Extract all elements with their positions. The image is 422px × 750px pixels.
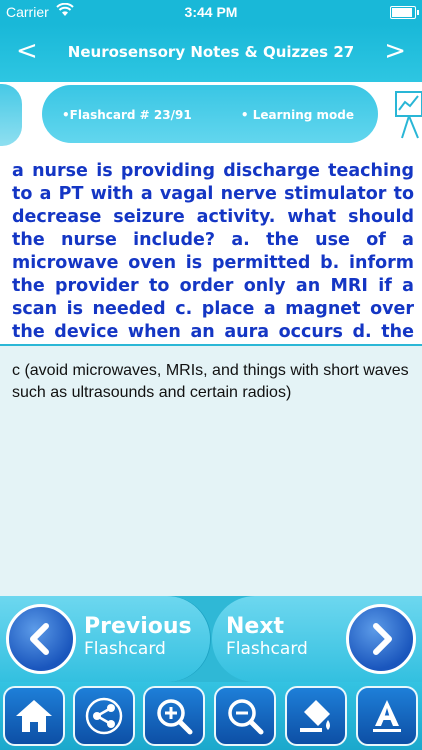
bottom-toolbar [0,682,422,750]
battery-icon [390,6,419,19]
flashcard-navigation: Previous Flashcard Next Flashcard [0,596,422,682]
forward-chevron-button[interactable]: > [384,38,406,64]
zoom-in-button[interactable] [143,686,205,746]
font-button[interactable] [356,686,418,746]
status-bar: Carrier 3:44 PM [0,0,422,24]
flashcard-counter: •Flashcard # 23/91 [62,108,192,122]
next-flashcard-button[interactable]: Next Flashcard [212,596,422,682]
flashcard-info-strip: •Flashcard # 23/91 • Learning mode [0,82,422,148]
decoration-left [0,84,22,146]
home-icon [16,700,52,732]
share-icon [85,697,123,735]
presentation-board-icon [392,86,422,144]
previous-flashcard-button[interactable]: Previous Flashcard [0,596,210,682]
question-panel[interactable]: a nurse is providing discharge teaching … [0,148,422,346]
zoom-out-button[interactable] [214,686,276,746]
clock: 3:44 PM [184,4,238,20]
next-label-sub: Flashcard [226,639,308,659]
mode-label: • Learning mode [240,108,354,122]
page-title: Neurosensory Notes & Quizzes 27 [67,43,355,61]
zoom-in-icon [157,699,193,735]
font-icon [373,700,401,732]
color-theme-button[interactable] [285,686,347,746]
question-text: a nurse is providing discharge teaching … [12,161,414,342]
navigation-bar: < Neurosensory Notes & Quizzes 27 > [0,24,422,82]
answer-text: c (avoid microwaves, MRIs, and things wi… [12,362,409,401]
back-chevron-button[interactable]: < [16,38,38,64]
home-button[interactable] [3,686,65,746]
answer-panel: c (avoid microwaves, MRIs, and things wi… [0,346,422,596]
chevron-left-icon [6,604,76,674]
next-label: Next Flashcard [226,616,308,660]
zoom-out-icon [228,699,264,735]
share-button[interactable] [73,686,135,746]
previous-label-sub: Flashcard [84,639,166,659]
previous-label: Previous Flashcard [84,616,192,660]
previous-label-main: Previous [84,614,192,639]
chevron-right-icon [346,604,416,674]
paint-bucket-icon [300,700,330,732]
flashcard-info-pill: •Flashcard # 23/91 • Learning mode [42,85,378,143]
next-label-main: Next [226,614,285,639]
